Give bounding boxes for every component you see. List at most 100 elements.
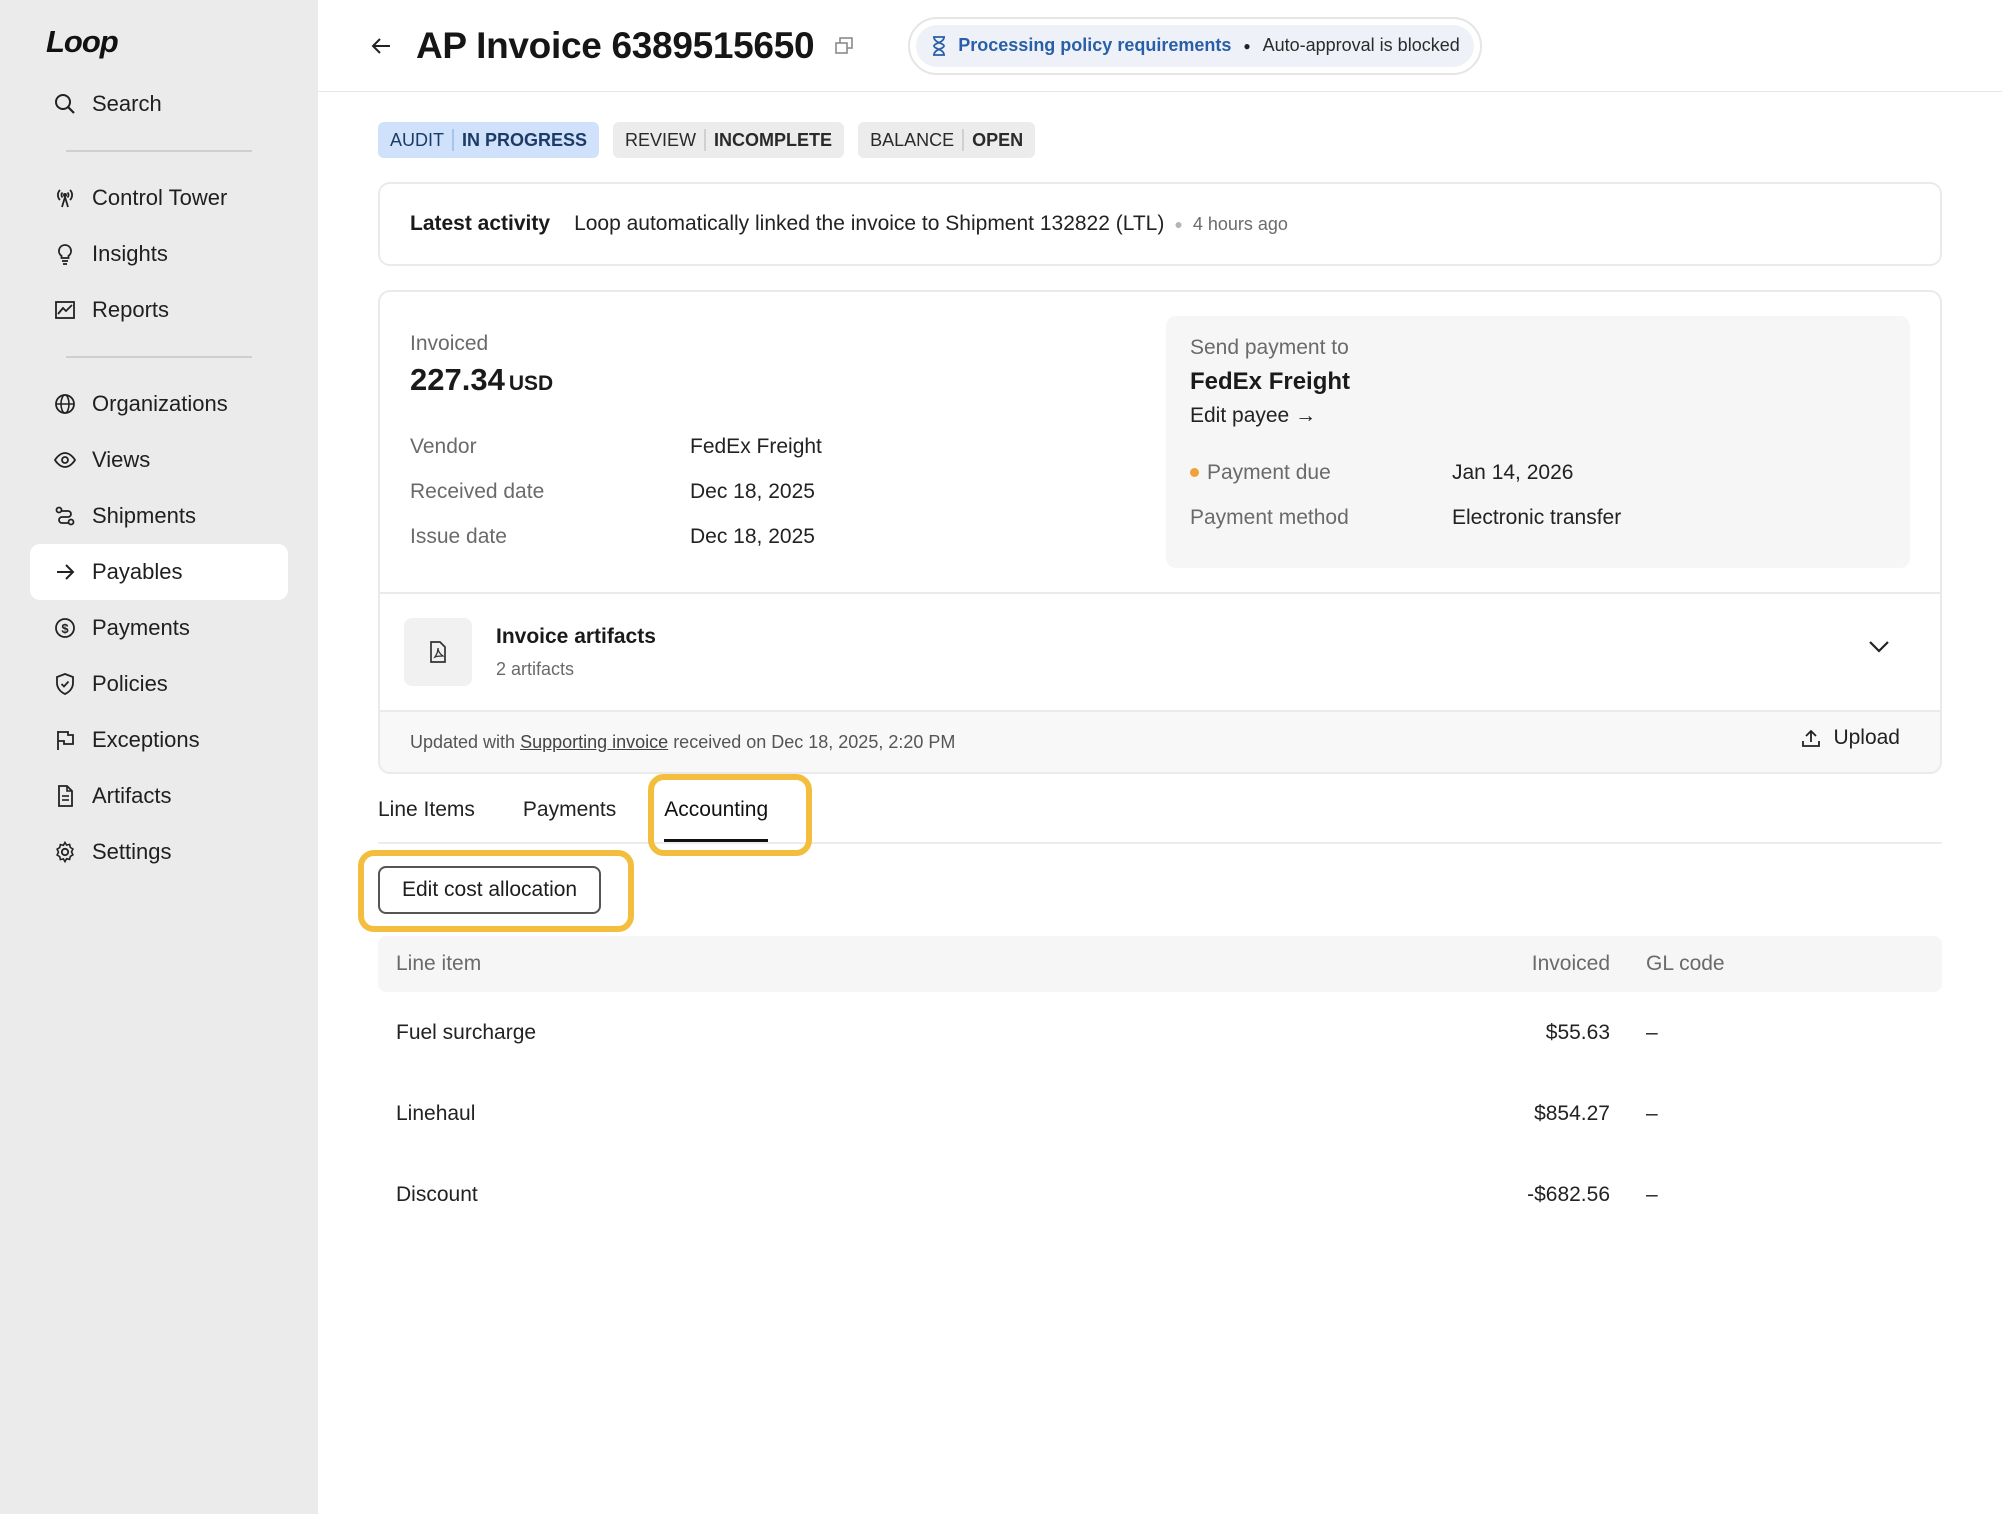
- status-badge-audit: AUDIT IN PROGRESS: [378, 122, 600, 158]
- status-badge-balance: BALANCE OPEN: [858, 122, 1036, 158]
- globe-icon: [52, 391, 78, 417]
- copy-button[interactable]: [832, 34, 856, 58]
- payment-panel: Send payment to FedEx Freight Edit payee…: [1166, 316, 1910, 568]
- line-item-gl-code: –: [1646, 1101, 1658, 1125]
- file-icon: [52, 783, 78, 809]
- invoice-fields: Vendor FedEx Freight Received date Dec 18,…: [410, 424, 1170, 559]
- send-payment-label: Send payment to: [1190, 336, 1349, 359]
- upload-icon: [1802, 729, 1821, 747]
- sidebar-item-payments[interactable]: $ Payments: [30, 600, 288, 656]
- invoiced-label: Invoiced: [410, 332, 489, 355]
- lightbulb-icon: [52, 241, 78, 267]
- artifacts-title: Invoice artifacts: [496, 624, 656, 648]
- sidebar-item-artifacts[interactable]: Artifacts: [30, 768, 288, 824]
- chevron-down-icon[interactable]: [1868, 640, 1890, 659]
- payment-due-value: Jan 14, 2026: [1452, 460, 1574, 484]
- tab-accounting[interactable]: Accounting: [664, 774, 768, 842]
- page-title: AP Invoice 6389515650: [416, 24, 815, 66]
- tab-payments[interactable]: Payments: [523, 774, 616, 842]
- copy-icon: [835, 36, 854, 54]
- line-item-name: Linehaul: [396, 1101, 476, 1125]
- tab-line-items[interactable]: Line Items: [378, 774, 475, 842]
- arrow-left-icon: [371, 37, 390, 54]
- edit-allocation-wrap: Edit cost allocation: [358, 850, 1942, 932]
- line-item-invoiced: $854.27: [1534, 1101, 1610, 1125]
- separator-dot: ●: [1243, 38, 1251, 53]
- upload-button[interactable]: Upload: [1801, 726, 1900, 750]
- received-date-value: Dec 18, 2025: [690, 479, 815, 503]
- status-key: AUDIT: [390, 129, 444, 150]
- received-date-label: Received date: [410, 479, 545, 503]
- status-badge-review: REVIEW INCOMPLETE: [613, 122, 845, 158]
- invoice-artifacts-row[interactable]: Invoice artifacts 2 artifacts: [380, 592, 1940, 710]
- line-item-name: Fuel surcharge: [396, 1020, 537, 1044]
- shield-check-icon: [52, 671, 78, 697]
- sidebar-item-control-tower[interactable]: Control Tower: [30, 170, 288, 226]
- sidebar-item-payables[interactable]: Payables: [30, 544, 288, 600]
- sidebar-item-insights[interactable]: Insights: [30, 226, 288, 282]
- status-key: BALANCE: [870, 129, 955, 150]
- sidebar-item-label: Exceptions: [92, 727, 200, 752]
- arrow-right-icon: [52, 559, 78, 585]
- sidebar-item-label: Control Tower: [92, 185, 228, 210]
- eye-icon: [52, 447, 78, 473]
- sidebar-item-label: Search: [92, 91, 162, 116]
- policy-status-pill[interactable]: Processing policy requirements ● Auto-ap…: [908, 16, 1482, 75]
- line-item-gl-code: –: [1646, 1182, 1658, 1206]
- vendor-value: FedEx Freight: [690, 434, 822, 458]
- pdf-file-icon: [404, 618, 472, 686]
- separator-dot: ●: [1174, 216, 1183, 232]
- line-item-invoiced: $55.63: [1545, 1020, 1610, 1044]
- invoice-amount: 227.34 USD: [410, 362, 1170, 398]
- sidebar-item-search[interactable]: Search: [30, 76, 288, 132]
- due-status-dot: [1190, 468, 1199, 477]
- policy-status-inner: Processing policy requirements ● Auto-ap…: [916, 24, 1474, 67]
- sidebar-item-label: Organizations: [92, 391, 228, 416]
- dollar-circle-icon: $: [52, 615, 78, 641]
- column-header-gl-code: GL code: [1646, 952, 1725, 975]
- status-value: IN PROGRESS: [462, 129, 588, 150]
- status-value: OPEN: [972, 129, 1024, 150]
- page-header: AP Invoice 6389515650 Processing policy …: [318, 0, 2002, 92]
- sidebar-item-label: Settings: [92, 839, 172, 864]
- table-row: Linehaul $854.27 –: [378, 1073, 1942, 1154]
- vendor-label: Vendor: [410, 434, 477, 458]
- sidebar-item-reports[interactable]: Reports: [30, 282, 288, 338]
- hourglass-icon: [933, 35, 946, 56]
- payment-method-label: Payment method: [1190, 505, 1349, 529]
- policy-status-text: Processing policy requirements: [958, 35, 1232, 55]
- sidebar-item-settings[interactable]: Settings: [30, 824, 288, 880]
- sidebar-item-exceptions[interactable]: Exceptions: [30, 712, 288, 768]
- invoice-left-column: Invoiced 227.34 USD Vendor FedEx Freight R…: [410, 316, 1170, 592]
- status-key: REVIEW: [625, 129, 697, 150]
- supporting-invoice-link[interactable]: Supporting invoice: [520, 732, 668, 753]
- sidebar-item-policies[interactable]: Policies: [30, 656, 288, 712]
- edit-payee-link[interactable]: Edit payee →: [1190, 404, 1886, 428]
- amount-currency: USD: [508, 372, 554, 395]
- status-value: INCOMPLETE: [714, 129, 833, 150]
- latest-activity-card: Latest activity Loop automatically linke…: [378, 182, 1942, 266]
- column-header-line-item: Line item: [396, 952, 482, 975]
- main-content: AP Invoice 6389515650 Processing policy …: [318, 0, 2002, 1514]
- line-item-name: Discount: [396, 1182, 478, 1206]
- payment-due-row: Payment due Jan 14, 2026: [1190, 450, 1886, 495]
- table-row: Discount -$682.56 –: [378, 1154, 1942, 1235]
- table-header: Line item Invoiced GL code: [378, 936, 1942, 992]
- search-icon: [52, 91, 78, 117]
- received-date-row: Received date Dec 18, 2025: [410, 469, 1170, 514]
- payment-fields: Payment due Jan 14, 2026 Payment method El…: [1190, 450, 1886, 540]
- radio-tower-icon: [52, 185, 78, 211]
- sidebar-item-label: Payables: [92, 559, 183, 584]
- upload-label: Upload: [1833, 726, 1900, 749]
- sidebar-item-label: Payments: [92, 615, 190, 640]
- sidebar-divider: [66, 356, 252, 358]
- loop-logo[interactable]: Loop: [46, 22, 288, 62]
- sidebar-item-views[interactable]: Views: [30, 432, 288, 488]
- back-button[interactable]: [366, 31, 396, 61]
- activity-time: 4 hours ago: [1192, 213, 1288, 234]
- sidebar-item-organizations[interactable]: Organizations: [30, 376, 288, 432]
- sidebar-item-shipments[interactable]: Shipments: [30, 488, 288, 544]
- edit-cost-allocation-button[interactable]: Edit cost allocation: [378, 866, 602, 914]
- activity-text: Loop automatically linked the invoice to…: [574, 212, 1165, 235]
- sidebar-item-label: Artifacts: [92, 783, 172, 808]
